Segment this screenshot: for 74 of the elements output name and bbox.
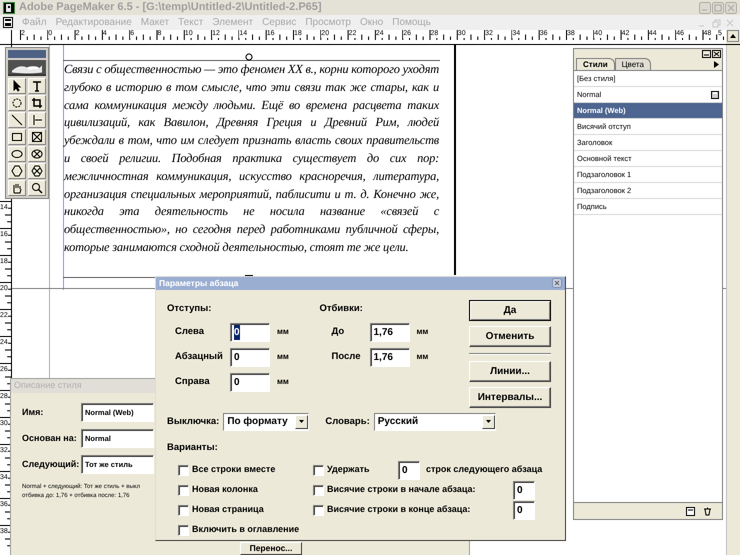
- checkbox-label: Удержать: [327, 463, 371, 476]
- checkbox[interactable]: [313, 504, 324, 516]
- frame-handle-icon[interactable]: [245, 53, 253, 61]
- caret-icon: [482, 414, 495, 429]
- document-icon[interactable]: [3, 17, 13, 28]
- polygon-icon[interactable]: [8, 163, 26, 179]
- dialog-button[interactable]: Отменить: [469, 326, 551, 347]
- hand-icon[interactable]: [8, 180, 26, 196]
- minimize-icon[interactable]: [702, 50, 711, 58]
- pointer-icon[interactable]: [8, 78, 26, 94]
- input-field[interactable]: 1,76: [370, 348, 410, 367]
- field-label: После: [332, 350, 362, 364]
- scrollbar[interactable]: [726, 45, 740, 555]
- input-field[interactable]: 0: [513, 480, 535, 500]
- unit-label: мм: [416, 326, 428, 338]
- input-field[interactable]: 0: [513, 500, 535, 520]
- rotate-icon[interactable]: [8, 95, 26, 111]
- rectangle-icon[interactable]: [8, 129, 26, 145]
- window-title: Adobe PageMaker 6.5 - [G:\temp\Untitled-2\Untitled-2.P65]: [19, 0, 322, 16]
- field-label: Словарь:: [325, 414, 370, 429]
- dropdown[interactable]: Русский: [374, 412, 496, 431]
- checkbox[interactable]: [178, 484, 189, 496]
- dialog-button[interactable]: Да: [469, 300, 551, 321]
- dialog-button[interactable]: Линии...: [469, 360, 551, 382]
- dropdown[interactable]: По формату: [223, 412, 310, 431]
- input-field[interactable]: 0: [230, 322, 270, 342]
- rectangle-frame-icon[interactable]: [28, 129, 46, 145]
- field-label: Справа: [175, 375, 211, 390]
- checkbox-label: Новая колонка: [192, 483, 258, 496]
- unit-label: мм: [277, 351, 289, 364]
- checkbox[interactable]: [313, 464, 324, 476]
- section-heading: Отбивки:: [320, 302, 364, 316]
- zoom-icon[interactable]: [28, 180, 46, 196]
- field-label: Абзацный: [175, 350, 224, 364]
- palette-tab[interactable]: Стили: [576, 58, 615, 70]
- input-field[interactable]: 0: [398, 460, 420, 480]
- field-label: Слева: [175, 325, 206, 340]
- input-field[interactable]: 1,76: [370, 322, 410, 342]
- field-label: Имя:: [22, 406, 44, 419]
- checkbox[interactable]: [313, 484, 324, 496]
- text-tool-icon[interactable]: [28, 78, 46, 94]
- checkbox-suffix: строк следующего абзаца: [426, 463, 542, 476]
- field-label: Выключка:: [167, 414, 220, 429]
- input-field[interactable]: 0: [230, 348, 270, 367]
- section-heading: Варианты:: [166, 440, 219, 455]
- palette-tab[interactable]: Цвета: [614, 58, 651, 70]
- unit-label: мм: [277, 326, 289, 338]
- new-style-icon[interactable]: [686, 506, 695, 516]
- section-heading: Отступы:: [167, 302, 212, 316]
- checkbox-label: Все строки вместе: [192, 463, 276, 476]
- checkbox-label: Новая страница: [192, 503, 264, 516]
- checkbox-label: Висячие строки в начале абзаца:: [327, 483, 477, 496]
- polygon-frame-icon[interactable]: [28, 163, 46, 179]
- ellipse-frame-icon[interactable]: [28, 146, 46, 162]
- hyphenation-button[interactable]: Перенос...: [240, 542, 302, 555]
- field-label: Основан на:: [22, 432, 78, 445]
- checkbox[interactable]: [178, 524, 189, 536]
- checkbox[interactable]: [178, 504, 189, 516]
- palette-menu-icon[interactable]: [712, 60, 720, 69]
- input-field[interactable]: 0: [230, 372, 270, 392]
- checkbox-label: Висячие строки в конце абзаца:: [327, 503, 472, 516]
- dialog-title: Параметры абзаца: [159, 277, 238, 290]
- unit-label: мм: [277, 376, 289, 388]
- trash-icon[interactable]: [703, 506, 712, 516]
- crop-icon[interactable]: [28, 95, 46, 111]
- unit-label: мм: [416, 351, 428, 364]
- close-icon[interactable]: [712, 50, 721, 58]
- document-text: Связи с общественностью — это феномен XX в., корни которого уходят глубоко в историю в том смысле, что эти связи так же стары, как и сама коммуникация между людьми. Ещё во времена расцвета таких цивилизаций, как Вавилон, Древняя Греция и Древний Рим, людей убеждали в том, что им следует признать власть своих правительств и своей религии. Подобная практика существует до сих пор: межличностная коммуникация, искусство красноречия, литература, организация специальных мероприятий, паблисити и т. д. Конечно же, никогда эта деятельность не носила название «связей с общественностью», но сегодня перед работниками публичной сферы, которые занимаются сходной деятельностью, стоят те же цели.: [63, 61, 440, 256]
- checkbox[interactable]: [178, 464, 189, 476]
- caret-icon: [295, 414, 308, 429]
- checkbox-label: Включить в оглавление: [192, 523, 300, 536]
- dialog-button[interactable]: Интервалы...: [469, 386, 551, 408]
- field-label: До: [332, 325, 346, 340]
- field-label: Следующий:: [22, 458, 80, 471]
